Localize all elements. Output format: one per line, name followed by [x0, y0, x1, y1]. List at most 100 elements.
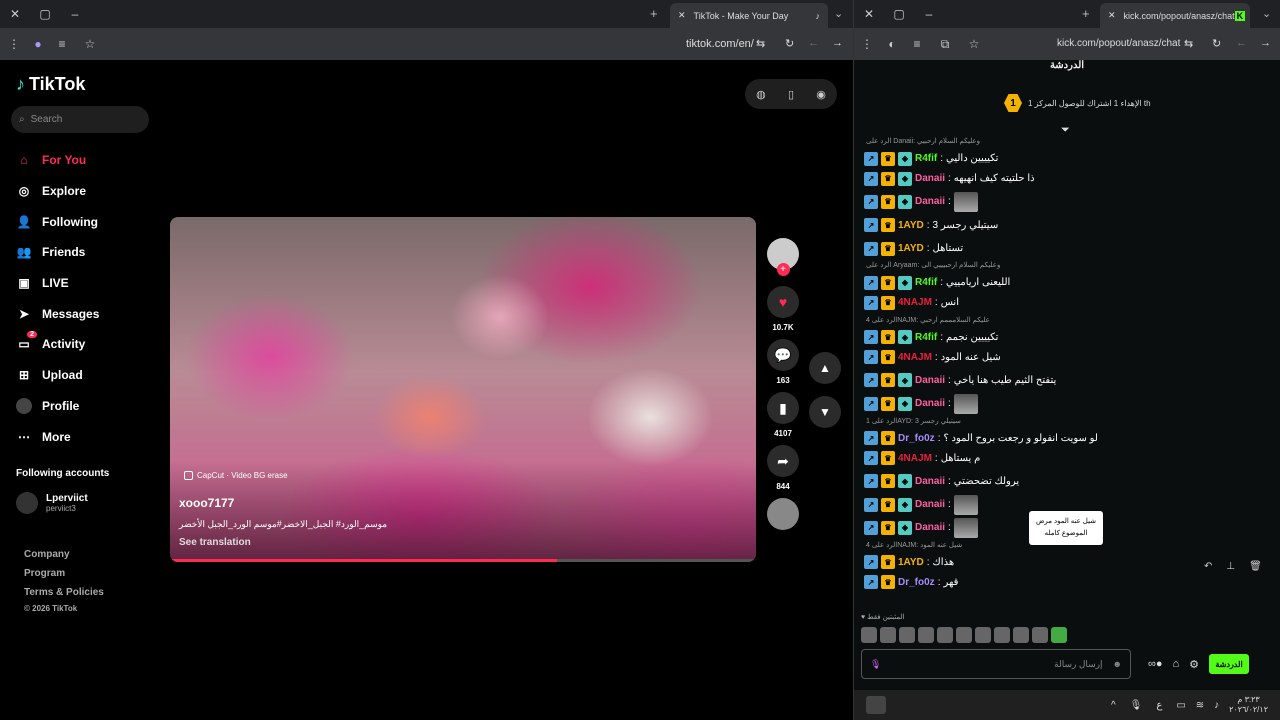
nav-messages[interactable]: ➤ Messages — [16, 298, 156, 329]
footer-company[interactable]: Company — [24, 545, 104, 564]
emote[interactable] — [1032, 627, 1048, 643]
compass-icon[interactable]: ◍ — [756, 88, 766, 101]
chat-message[interactable]: ↗ ♛ ◈ Danaii: يتفتح الثيم طيب هنا ياخي — [864, 369, 1274, 392]
save-button[interactable]: ▮ — [767, 392, 799, 424]
profile-icon[interactable]: ◐ — [880, 37, 904, 51]
tab-search-icon[interactable]: ⌄ — [1262, 7, 1271, 20]
search-input[interactable]: ⌕ Search — [11, 106, 149, 133]
send-chat-button[interactable]: الدردشة — [1209, 654, 1250, 674]
maximize-icon[interactable]: ▢ — [884, 7, 914, 21]
tab-kick-chat[interactable]: ✕ kick.com/popout/anasz/chat K — [1100, 3, 1250, 28]
microphone-icon[interactable]: 🎙 — [870, 659, 881, 670]
emote[interactable] — [880, 627, 896, 643]
language-icon[interactable]: ع — [1156, 700, 1162, 711]
tab-tiktok[interactable]: ✕ TikTok - Make Your Day ♪ — [670, 3, 828, 28]
url-text[interactable]: kick.com/popout/anasz/chat — [1057, 38, 1180, 49]
nav-upload[interactable]: ⊞ Upload — [16, 360, 156, 391]
chat-message[interactable]: ↗ ♛ 4NAJM: انس — [864, 291, 1274, 314]
chat-username[interactable]: Danaii — [915, 398, 945, 409]
network-icon[interactable]: ≋ — [1196, 700, 1204, 711]
like-button[interactable]: ♥ — [767, 286, 799, 318]
minimize-icon[interactable]: – — [914, 7, 944, 21]
user-avatar-icon[interactable]: ◉ — [816, 88, 826, 101]
profile-icon[interactable]: ● — [28, 37, 48, 51]
chat-username[interactable]: R4fif — [915, 153, 937, 164]
forward-icon[interactable]: ← — [1236, 37, 1247, 49]
emote[interactable] — [937, 627, 953, 643]
next-video-button[interactable]: ▼ — [809, 396, 841, 428]
chat-username[interactable]: Dr_fo0z — [898, 577, 935, 588]
menu-icon[interactable]: ⋮ — [0, 37, 28, 51]
clock[interactable]: ٣:٢٣ م ٢٠٢٦/٠٢/١٢ — [1229, 695, 1268, 715]
chat-message[interactable]: الرد على Aryaam: وعليكم السلام ارحبيييي … — [864, 260, 1274, 291]
microphone-icon[interactable]: 🎙 — [1130, 700, 1143, 711]
store-icon[interactable]: ⌂ — [1173, 658, 1180, 670]
chat-username[interactable]: R4fif — [915, 332, 937, 343]
chat-username[interactable]: Danaii — [915, 476, 945, 487]
tab-search-icon[interactable]: ⌄ — [834, 7, 843, 20]
chat-username[interactable]: Danaii — [915, 522, 945, 533]
emoji-icon[interactable]: ☻ — [1113, 659, 1122, 669]
nav-for-you[interactable]: ⌂ For You — [16, 145, 156, 176]
chat-username[interactable]: Danaii — [915, 196, 945, 207]
extensions-icon[interactable]: ⧉ — [930, 37, 960, 52]
tab-close-icon[interactable]: ✕ — [678, 10, 686, 21]
chat-username[interactable]: 4NAJM — [898, 352, 932, 363]
url-text[interactable]: tiktok.com/en/ — [686, 38, 754, 50]
bookmark-star-icon[interactable]: ☆ — [76, 37, 104, 51]
new-tab-icon[interactable]: + — [1082, 6, 1090, 21]
points-icon[interactable]: ∞● — [1148, 658, 1163, 670]
chat-username[interactable]: Danaii — [915, 173, 945, 184]
music-disc-avatar[interactable] — [767, 498, 799, 530]
chat-username[interactable]: 4NAJM — [898, 453, 932, 464]
see-translation-link[interactable]: See translation — [179, 537, 251, 548]
chat-message[interactable]: ↗ ♛ ◈ Danaii: ذا حلتيته كيف انهيهه — [864, 167, 1274, 190]
chat-input[interactable]: 🎙 إرسال رسالة ☻ — [861, 649, 1131, 679]
nav-more[interactable]: ⋯ More — [16, 421, 156, 452]
chat-username[interactable]: Danaii — [915, 375, 945, 386]
settings-gear-icon[interactable]: ⚙ — [1189, 658, 1199, 671]
chat-message[interactable]: الرد على Danaii: وعليكم السلام ارحبيي ↗ ♛ ◈… — [864, 136, 1274, 167]
chat-message[interactable]: الرد على 4NAJM: عليكم السلامممم ارحبي ↗ ♛ ◈… — [864, 314, 1274, 345]
back-icon[interactable]: → — [832, 37, 843, 49]
chat-message[interactable]: ↗ ♛ ◈ Danaii: — [864, 190, 1274, 213]
reply-context[interactable]: الرد على Danaii: وعليكم السلام ارحبيي — [864, 137, 1274, 146]
chat-username[interactable]: 1AYD — [898, 243, 924, 254]
chat-username[interactable]: 4NAJM — [898, 297, 932, 308]
tab-list-icon[interactable]: ≡ — [904, 37, 930, 51]
comment-button[interactable]: 💬 — [767, 339, 799, 371]
footer-program[interactable]: Program — [24, 564, 104, 583]
chat-username[interactable]: R4fif — [915, 277, 937, 288]
follow-plus-icon[interactable]: + — [776, 263, 790, 276]
emote[interactable] — [994, 627, 1010, 643]
following-account-item[interactable]: Lperviict perviict3 — [16, 492, 88, 514]
bookmark-star-icon[interactable]: ☆ — [960, 37, 988, 51]
reply-context[interactable]: الرد على Aryaam: وعليكم السلام ارحبيييي … — [864, 261, 1274, 270]
reload-icon[interactable]: ↻ — [1212, 37, 1221, 50]
capcut-tag[interactable]: CapCut · Video BG erase — [184, 471, 288, 480]
volume-icon[interactable]: ♪ — [1214, 700, 1219, 711]
chevron-up-icon[interactable]: ^ — [1111, 700, 1116, 711]
chat-message[interactable]: ↗ ♛ ◈ Danaii: — [864, 392, 1274, 415]
reply-context[interactable]: الرد على 4NAJM: عليكم السلامممم ارحبي — [864, 316, 1274, 325]
share-button[interactable]: ➦ — [767, 445, 799, 477]
nav-live[interactable]: ▣ LIVE — [16, 268, 156, 299]
reply-icon[interactable]: ↶ — [1204, 561, 1212, 572]
emote[interactable] — [861, 627, 877, 643]
emote[interactable] — [956, 627, 972, 643]
nav-following[interactable]: 👤 Following — [16, 206, 156, 237]
chat-username[interactable]: Dr_fo0z — [898, 433, 935, 444]
monitor-icon[interactable]: ▭ — [1176, 700, 1185, 711]
app-icon[interactable] — [866, 696, 886, 714]
emote[interactable] — [918, 627, 934, 643]
emote[interactable] — [1013, 627, 1029, 643]
sub-goal-banner[interactable]: 1 الإهداء 1 اشتراك للوصول المركز 1 th — [1004, 94, 1151, 112]
footer-terms[interactable]: Terms & Policies — [24, 583, 104, 602]
video-progress-bar[interactable] — [170, 559, 756, 562]
close-window-icon[interactable]: ✕ — [854, 7, 884, 21]
tab-close-icon[interactable]: ✕ — [1108, 10, 1116, 21]
chat-message[interactable]: ↗ ♛ Dr_fo0z: قهر — [864, 571, 1274, 594]
previous-video-button[interactable]: ▲ — [809, 352, 841, 384]
chat-message[interactable]: ↗ ♛ ◈ Danaii: يرولك تضحضتي — [864, 470, 1274, 493]
reply-context[interactable]: الرد على 1AYD: سيتيلي رجسر 3 — [864, 417, 1274, 426]
